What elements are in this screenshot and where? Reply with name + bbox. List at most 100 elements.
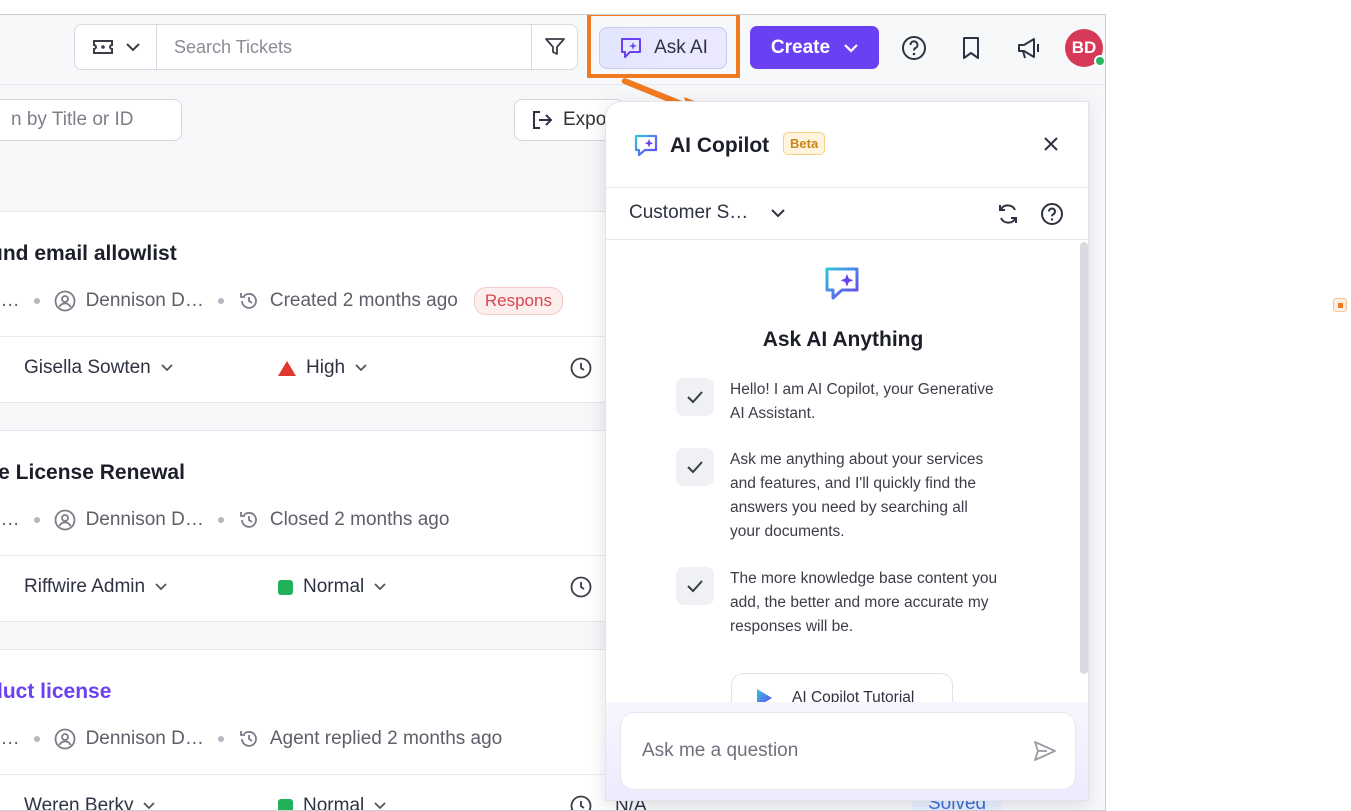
megaphone-icon — [1018, 38, 1039, 59]
feature-item: Hello! I am AI Copilot, your Generative … — [676, 378, 1000, 426]
help-icon[interactable] — [1040, 202, 1064, 226]
title-id-search-placeholder: n by Title or ID — [11, 109, 134, 130]
chevron-down-icon — [374, 583, 386, 591]
meta-separator — [33, 517, 40, 523]
user-circle-icon — [54, 509, 76, 531]
chevron-down-icon — [355, 364, 367, 372]
feature-item: The more knowledge base content you add,… — [676, 567, 1000, 639]
meta-separator — [33, 298, 40, 304]
ticket-title[interactable]: re License Renewal — [0, 461, 185, 485]
user-circle-icon — [54, 290, 76, 312]
ticket-properties: Weren Berky Normal N/A Solved — [0, 774, 1003, 811]
clock-icon — [570, 795, 592, 810]
help-icon — [902, 36, 926, 60]
chevron-down-icon — [143, 802, 156, 810]
bookmark-button[interactable] — [957, 34, 985, 62]
bookmark-icon — [963, 37, 979, 59]
priority-normal-icon — [278, 579, 293, 595]
ticket-activity: Created 2 months ago — [269, 290, 458, 311]
ticket-card[interactable]: re License Renewal o… Dennison D… Closed… — [0, 430, 630, 622]
question-input[interactable] — [642, 740, 1033, 762]
check-icon — [676, 448, 714, 486]
meta-separator — [217, 736, 224, 742]
ticket-search-bar — [74, 24, 578, 70]
chevron-down-icon — [844, 43, 858, 53]
helpdesk-app: Ask AI Create BD n by Title or ID Expo u… — [0, 14, 1106, 811]
annotation-highlight-box — [587, 15, 740, 78]
chevron-down-icon — [155, 583, 167, 591]
feature-text: Hello! I am AI Copilot, your Generative … — [730, 381, 994, 422]
title-id-search-input[interactable]: n by Title or ID — [0, 99, 182, 141]
help-button[interactable] — [900, 34, 928, 62]
send-icon[interactable] — [1033, 740, 1057, 762]
create-label: Create — [770, 36, 831, 58]
history-icon — [238, 728, 260, 750]
filter-button[interactable] — [531, 25, 577, 69]
priority-label: Normal — [303, 576, 365, 597]
announcements-button[interactable] — [1016, 34, 1044, 62]
chevron-down-icon — [374, 802, 386, 810]
create-button[interactable]: Create — [750, 26, 879, 69]
ticket-properties: Riffwire Admin Normal — [0, 555, 630, 621]
user-circle-icon — [54, 728, 76, 750]
scrollbar[interactable] — [1080, 242, 1088, 674]
priority-label: Normal — [303, 795, 365, 811]
feature-text: The more knowledge base content you add,… — [730, 570, 998, 635]
chevron-down-icon — [161, 364, 173, 372]
assignee-name: Riffwire Admin — [24, 576, 146, 597]
meta-separator — [33, 736, 40, 742]
response-sla-badge: Respons — [473, 287, 563, 315]
copilot-context-row: Customer S… — [606, 188, 1088, 240]
online-status-dot — [1094, 55, 1105, 67]
meta-separator — [217, 517, 224, 523]
knowledge-context-select[interactable]: Customer S… — [629, 202, 786, 224]
check-icon — [676, 567, 714, 605]
feature-text: Ask me anything about your services and … — [730, 451, 984, 540]
refresh-icon[interactable] — [996, 202, 1020, 226]
ai-sparkle-icon — [825, 267, 859, 300]
priority-label: High — [306, 357, 346, 378]
ticket-card[interactable]: und email allowlist o… Dennison D… Creat… — [0, 211, 630, 403]
extension-icon[interactable] — [1333, 298, 1347, 312]
assignee-selector[interactable]: Weren Berky — [24, 795, 156, 811]
priority-selector[interactable]: Normal — [278, 795, 386, 811]
clock-icon — [570, 576, 592, 604]
ticket-creator: Dennison D… — [85, 728, 204, 749]
copilot-header: AI Copilot Beta — [606, 102, 1088, 188]
ticket-title[interactable]: duct license — [0, 680, 111, 704]
search-input[interactable] — [157, 25, 531, 69]
ticket-org: o… — [0, 290, 20, 311]
beta-badge: Beta — [783, 132, 826, 155]
ticket-properties: Gisella Sowten High — [0, 336, 630, 402]
ticket-org: o… — [0, 728, 20, 749]
ticket-card[interactable]: duct license o… Dennison D… Agent replie… — [0, 649, 1003, 811]
ticket-title[interactable]: und email allowlist — [0, 242, 177, 266]
ticket-org: o… — [0, 509, 20, 530]
priority-normal-icon — [278, 798, 293, 810]
assignee-name: Gisella Sowten — [24, 357, 151, 378]
ticket-creator: Dennison D… — [85, 509, 204, 530]
assignee-name: Weren Berky — [24, 795, 134, 811]
ai-copilot-panel: AI Copilot Beta Customer S… Ask AI Anyth… — [605, 101, 1089, 801]
composer-area — [606, 702, 1088, 800]
assignee-selector[interactable]: Riffwire Admin — [24, 576, 167, 598]
ticket-creator: Dennison D… — [85, 290, 204, 311]
ticket-meta: o… Dennison D… Closed 2 months ago — [0, 507, 449, 533]
copilot-title: AI Copilot — [670, 134, 770, 157]
export-label: Expo — [563, 109, 607, 130]
ask-ai-heading: Ask AI Anything — [762, 328, 924, 351]
feature-item: Ask me anything about your services and … — [676, 448, 1000, 544]
ticket-activity: Agent replied 2 months ago — [269, 728, 503, 749]
history-icon — [238, 509, 260, 531]
close-icon[interactable] — [1042, 135, 1060, 153]
assignee-selector[interactable]: Gisella Sowten — [24, 357, 173, 379]
ticket-type-selector[interactable] — [75, 25, 157, 69]
priority-selector[interactable]: High — [278, 357, 367, 379]
check-icon — [676, 378, 714, 416]
ai-copilot-logo-icon — [634, 134, 658, 157]
export-icon — [533, 111, 553, 129]
ticket-activity: Closed 2 months ago — [269, 509, 450, 530]
copilot-body: Ask AI Anything Hello! I am AI Copilot, … — [606, 240, 1088, 723]
history-icon — [238, 290, 260, 312]
priority-selector[interactable]: Normal — [278, 576, 386, 598]
